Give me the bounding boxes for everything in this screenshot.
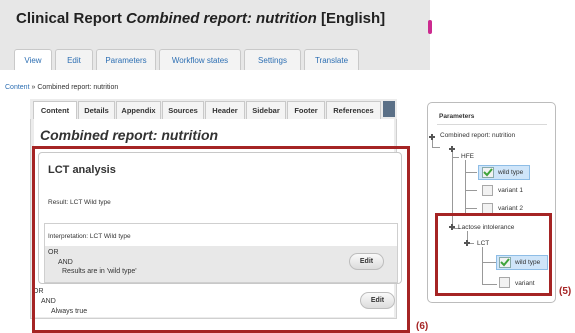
checkbox-checked-icon[interactable] <box>482 167 494 178</box>
tab-details[interactable]: Details <box>78 101 115 119</box>
tab-content[interactable]: Content <box>33 101 77 119</box>
tree-connector <box>465 160 466 215</box>
tab-references[interactable]: References <box>326 101 381 119</box>
top-tabs: View Edit Parameters Workflow states Set… <box>14 49 362 70</box>
tab-parameters[interactable]: Parameters <box>96 49 156 70</box>
tab-sidebar[interactable]: Sidebar <box>246 101 286 119</box>
pin-icon <box>449 146 455 152</box>
tree-connector <box>465 208 477 209</box>
tree-node-hfe[interactable]: HFE <box>461 153 474 160</box>
panel-scroll-strip <box>383 101 395 117</box>
annotation-label-5: (5) <box>559 286 572 297</box>
tree-root-label[interactable]: Combined report: nutrition <box>440 132 515 139</box>
tab-appendix[interactable]: Appendix <box>116 101 161 119</box>
checkbox-icon[interactable] <box>482 185 493 196</box>
tree-item-label[interactable]: wild type <box>498 169 523 176</box>
breadcrumb: Content » Combined report: nutrition <box>5 84 118 91</box>
breadcrumb-separator: » <box>31 84 36 91</box>
tree-item-label[interactable]: variant 2 <box>498 205 523 212</box>
tab-header[interactable]: Header <box>205 101 245 119</box>
breadcrumb-content-link[interactable]: Content <box>5 84 30 91</box>
tree-connector <box>432 147 440 148</box>
page-title-report-name: Combined report: nutrition <box>126 10 317 27</box>
page-title-language: [English] <box>321 10 386 27</box>
pin-icon <box>429 134 435 140</box>
annotation-label-6: (6) <box>416 321 429 332</box>
tab-translate[interactable]: Translate <box>304 49 359 70</box>
edge-decoration <box>428 20 432 34</box>
tab-view[interactable]: View <box>14 49 52 70</box>
parameters-title: Parameters <box>439 113 475 120</box>
tree-connector <box>452 157 459 158</box>
highlight-box-6 <box>32 146 410 333</box>
tab-edit[interactable]: Edit <box>55 49 93 70</box>
inner-tabs: Content Details Appendix Sources Header … <box>33 101 382 119</box>
tab-workflow-states[interactable]: Workflow states <box>159 49 241 70</box>
tree-item-label[interactable]: variant 1 <box>498 187 523 194</box>
tree-connector <box>465 172 477 173</box>
parameters-divider <box>437 124 547 125</box>
tab-sources[interactable]: Sources <box>162 101 204 119</box>
tab-footer[interactable]: Footer <box>287 101 325 119</box>
tree-connector <box>465 190 477 191</box>
highlight-box-5 <box>435 213 552 296</box>
report-title: Combined report: nutrition <box>40 127 219 143</box>
breadcrumb-current: Combined report: nutrition <box>37 84 119 91</box>
page-title: Clinical Report Combined report: nutriti… <box>16 10 385 27</box>
page-title-prefix: Clinical Report <box>16 10 122 27</box>
tab-settings[interactable]: Settings <box>244 49 301 70</box>
